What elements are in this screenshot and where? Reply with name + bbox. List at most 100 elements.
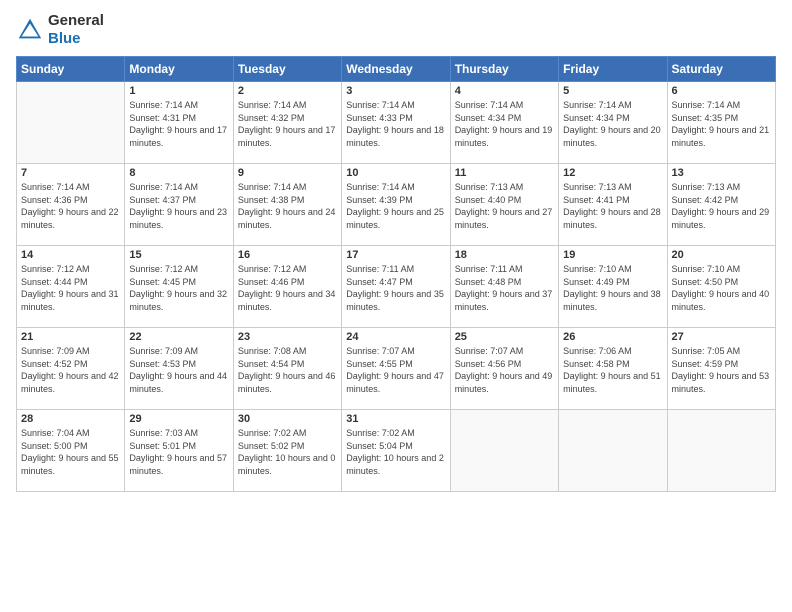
calendar-cell: 22Sunrise: 7:09 AMSunset: 4:53 PMDayligh… — [125, 328, 233, 410]
logo-text: General Blue — [48, 12, 104, 48]
day-info: Sunrise: 7:12 AMSunset: 4:45 PMDaylight:… — [129, 263, 228, 313]
day-info: Sunrise: 7:09 AMSunset: 4:52 PMDaylight:… — [21, 345, 120, 395]
day-number: 1 — [129, 85, 228, 97]
day-info: Sunrise: 7:14 AMSunset: 4:33 PMDaylight:… — [346, 99, 445, 149]
day-info: Sunrise: 7:14 AMSunset: 4:35 PMDaylight:… — [672, 99, 771, 149]
day-number: 10 — [346, 167, 445, 179]
day-info: Sunrise: 7:08 AMSunset: 4:54 PMDaylight:… — [238, 345, 337, 395]
calendar-cell: 31 Sunrise: 7:02 AMSunset: 5:04 PMDayligh… — [342, 410, 450, 492]
day-number: 13 — [672, 167, 771, 179]
day-number: 11 — [455, 167, 554, 179]
calendar-table: SundayMondayTuesdayWednesdayThursdayFrid… — [16, 56, 776, 492]
calendar-header-saturday: Saturday — [667, 57, 775, 82]
calendar-week-row: 21 Sunrise: 7:09 AMSunset: 4:52 PMDayligh… — [17, 328, 776, 410]
day-number: 31 — [346, 413, 445, 425]
calendar-cell: 10 Sunrise: 7:14 AMSunset: 4:39 PMDayligh… — [342, 164, 450, 246]
day-number: 6 — [672, 85, 771, 97]
calendar-cell: 16 Sunrise: 7:12 AMSunset: 4:46 PMDayligh… — [233, 246, 341, 328]
calendar-cell: 29 Sunrise: 7:03 AMSunset: 5:01 PMDayligh… — [125, 410, 233, 492]
logo-general: General — [48, 12, 104, 29]
day-number: 2 — [238, 85, 337, 97]
calendar-cell: 17Sunrise: 7:11 AMSunset: 4:47 PMDayligh… — [342, 246, 450, 328]
day-number: 3 — [346, 85, 445, 97]
calendar-cell — [450, 410, 558, 492]
header: General Blue — [16, 12, 776, 48]
day-info: Sunrise: 7:09 AMSunset: 4:53 PMDaylight:… — [129, 345, 228, 395]
calendar-cell: 20Sunrise: 7:10 AMSunset: 4:50 PMDayligh… — [667, 246, 775, 328]
calendar-cell: 8 Sunrise: 7:14 AMSunset: 4:37 PMDaylight… — [125, 164, 233, 246]
calendar-cell: 28 Sunrise: 7:04 AMSunset: 5:00 PMDayligh… — [17, 410, 125, 492]
calendar-cell — [667, 410, 775, 492]
logo-icon — [16, 16, 44, 44]
day-number: 25 — [455, 331, 554, 343]
day-info: Sunrise: 7:02 AMSunset: 5:04 PMDaylight:… — [346, 427, 445, 477]
day-info: Sunrise: 7:13 AMSunset: 4:41 PMDaylight:… — [563, 181, 662, 231]
day-info: Sunrise: 7:13 AMSunset: 4:42 PMDaylight:… — [672, 181, 771, 231]
day-info: Sunrise: 7:14 AMSunset: 4:38 PMDaylight:… — [238, 181, 337, 231]
logo-blue: Blue — [48, 30, 81, 47]
day-info: Sunrise: 7:04 AMSunset: 5:00 PMDaylight:… — [21, 427, 120, 477]
day-info: Sunrise: 7:07 AMSunset: 4:55 PMDaylight:… — [346, 345, 445, 395]
day-info: Sunrise: 7:14 AMSunset: 4:32 PMDaylight:… — [238, 99, 337, 149]
calendar-cell: 18Sunrise: 7:11 AMSunset: 4:48 PMDayligh… — [450, 246, 558, 328]
calendar-cell: 6 Sunrise: 7:14 AMSunset: 4:35 PMDaylight… — [667, 82, 775, 164]
day-number: 18 — [455, 249, 554, 261]
calendar-header-wednesday: Wednesday — [342, 57, 450, 82]
calendar-week-row: 1 Sunrise: 7:14 AMSunset: 4:31 PMDaylight… — [17, 82, 776, 164]
calendar-cell: 25 Sunrise: 7:07 AMSunset: 4:56 PMDayligh… — [450, 328, 558, 410]
calendar-cell: 9 Sunrise: 7:14 AMSunset: 4:38 PMDaylight… — [233, 164, 341, 246]
day-info: Sunrise: 7:13 AMSunset: 4:40 PMDaylight:… — [455, 181, 554, 231]
day-number: 24 — [346, 331, 445, 343]
day-info: Sunrise: 7:05 AMSunset: 4:59 PMDaylight:… — [672, 345, 771, 395]
day-number: 30 — [238, 413, 337, 425]
day-info: Sunrise: 7:06 AMSunset: 4:58 PMDaylight:… — [563, 345, 662, 395]
calendar-cell: 30 Sunrise: 7:02 AMSunset: 5:02 PMDayligh… — [233, 410, 341, 492]
calendar-header-monday: Monday — [125, 57, 233, 82]
calendar-header-tuesday: Tuesday — [233, 57, 341, 82]
day-info: Sunrise: 7:03 AMSunset: 5:01 PMDaylight:… — [129, 427, 228, 477]
calendar-cell: 14 Sunrise: 7:12 AMSunset: 4:44 PMDayligh… — [17, 246, 125, 328]
day-number: 23 — [238, 331, 337, 343]
day-number: 29 — [129, 413, 228, 425]
calendar-cell: 12 Sunrise: 7:13 AMSunset: 4:41 PMDayligh… — [559, 164, 667, 246]
day-number: 15 — [129, 249, 228, 261]
day-number: 4 — [455, 85, 554, 97]
day-info: Sunrise: 7:11 AMSunset: 4:47 PMDaylight:… — [346, 263, 445, 313]
calendar-cell — [17, 82, 125, 164]
day-info: Sunrise: 7:12 AMSunset: 4:46 PMDaylight:… — [238, 263, 337, 313]
day-number: 27 — [672, 331, 771, 343]
calendar-header-row: SundayMondayTuesdayWednesdayThursdayFrid… — [17, 57, 776, 82]
calendar-header-sunday: Sunday — [17, 57, 125, 82]
day-info: Sunrise: 7:14 AMSunset: 4:37 PMDaylight:… — [129, 181, 228, 231]
day-number: 14 — [21, 249, 120, 261]
day-number: 26 — [563, 331, 662, 343]
calendar-header-thursday: Thursday — [450, 57, 558, 82]
page-container: General Blue SundayMondayTuesdayWednesda… — [0, 0, 792, 612]
day-info: Sunrise: 7:14 AMSunset: 4:34 PMDaylight:… — [563, 99, 662, 149]
day-info: Sunrise: 7:12 AMSunset: 4:44 PMDaylight:… — [21, 263, 120, 313]
calendar-cell: 11 Sunrise: 7:13 AMSunset: 4:40 PMDayligh… — [450, 164, 558, 246]
day-info: Sunrise: 7:14 AMSunset: 4:31 PMDaylight:… — [129, 99, 228, 149]
day-number: 12 — [563, 167, 662, 179]
logo: General Blue — [16, 12, 104, 48]
day-info: Sunrise: 7:07 AMSunset: 4:56 PMDaylight:… — [455, 345, 554, 395]
day-number: 7 — [21, 167, 120, 179]
calendar-header-friday: Friday — [559, 57, 667, 82]
calendar-cell: 21 Sunrise: 7:09 AMSunset: 4:52 PMDayligh… — [17, 328, 125, 410]
day-number: 19 — [563, 249, 662, 261]
day-number: 21 — [21, 331, 120, 343]
day-info: Sunrise: 7:14 AMSunset: 4:34 PMDaylight:… — [455, 99, 554, 149]
calendar-cell: 1 Sunrise: 7:14 AMSunset: 4:31 PMDaylight… — [125, 82, 233, 164]
day-info: Sunrise: 7:02 AMSunset: 5:02 PMDaylight:… — [238, 427, 337, 477]
calendar-cell: 24 Sunrise: 7:07 AMSunset: 4:55 PMDayligh… — [342, 328, 450, 410]
calendar-cell: 26 Sunrise: 7:06 AMSunset: 4:58 PMDayligh… — [559, 328, 667, 410]
calendar-cell — [559, 410, 667, 492]
day-number: 16 — [238, 249, 337, 261]
day-number: 9 — [238, 167, 337, 179]
day-info: Sunrise: 7:14 AMSunset: 4:39 PMDaylight:… — [346, 181, 445, 231]
day-info: Sunrise: 7:10 AMSunset: 4:50 PMDaylight:… — [672, 263, 771, 313]
day-number: 8 — [129, 167, 228, 179]
day-number: 28 — [21, 413, 120, 425]
calendar-cell: 23 Sunrise: 7:08 AMSunset: 4:54 PMDayligh… — [233, 328, 341, 410]
calendar-cell: 2 Sunrise: 7:14 AMSunset: 4:32 PMDaylight… — [233, 82, 341, 164]
